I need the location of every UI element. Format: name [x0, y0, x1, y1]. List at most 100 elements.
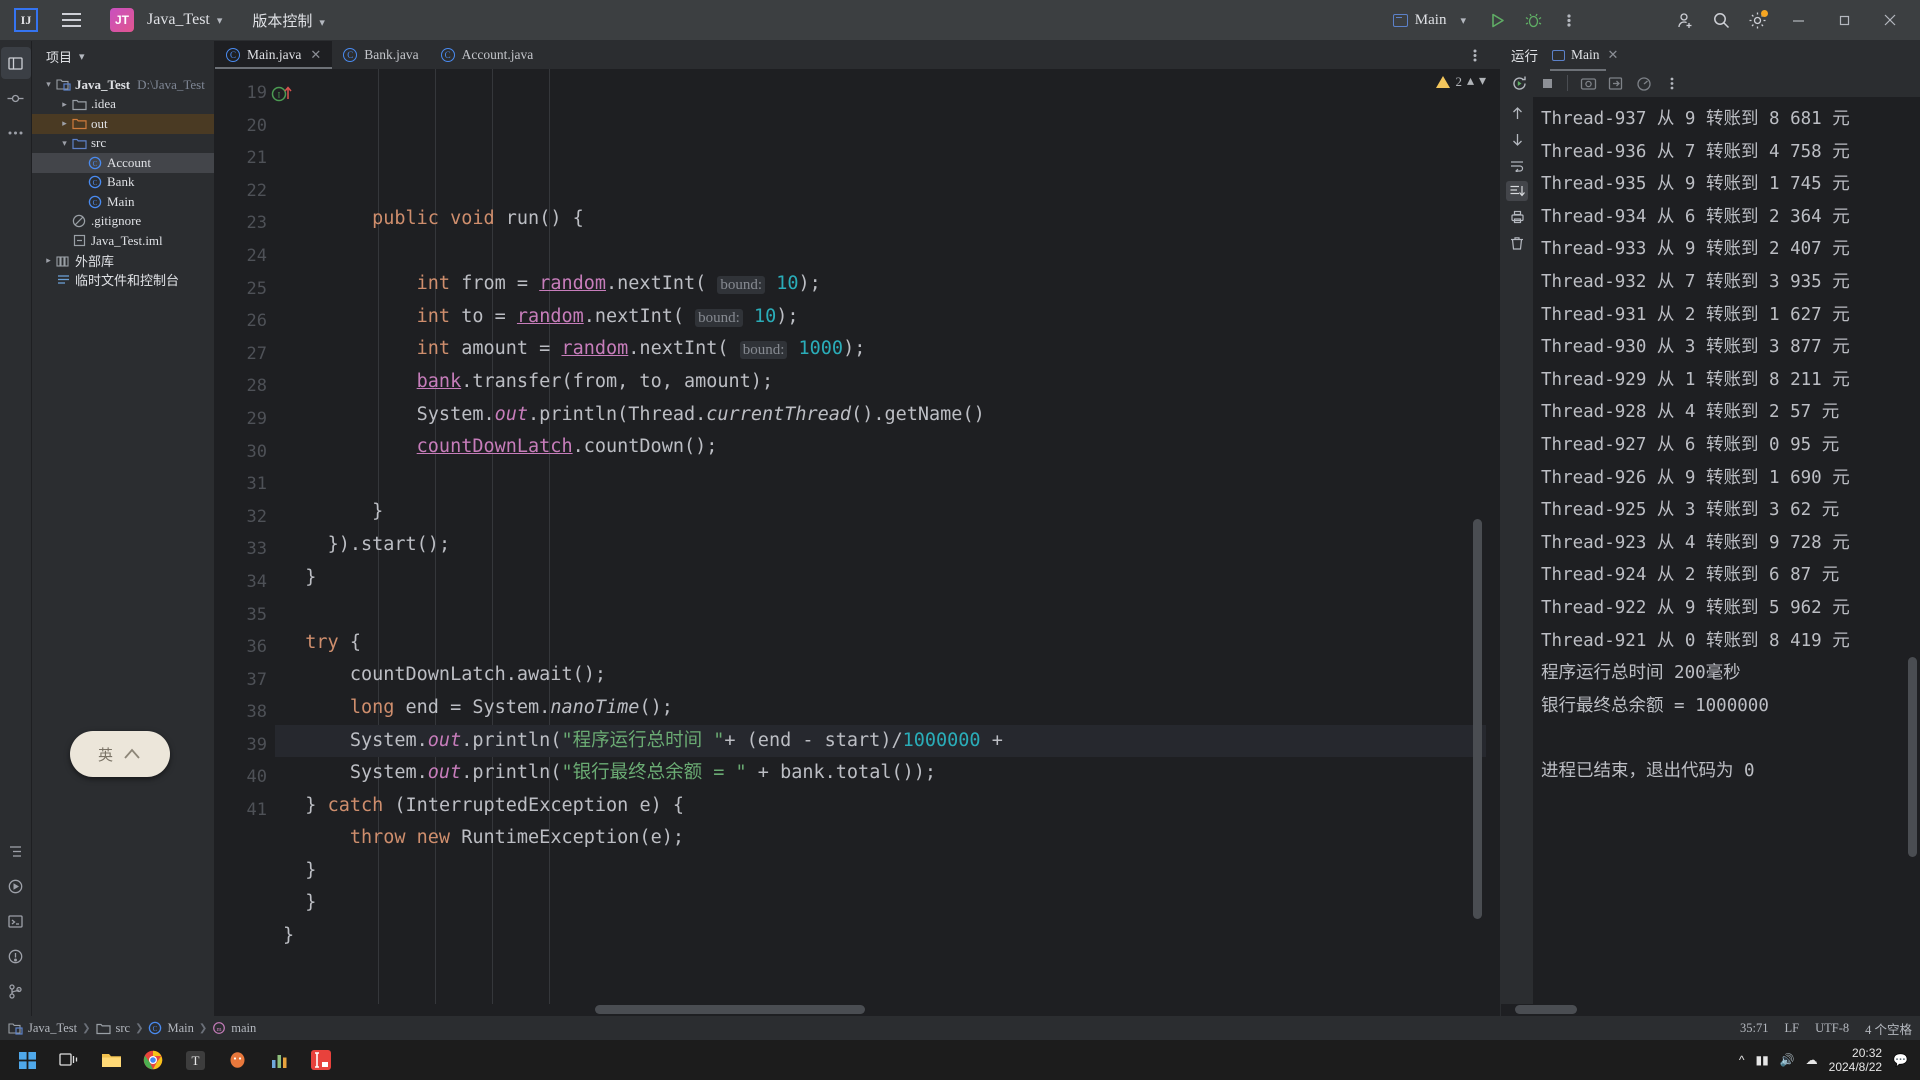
console-output[interactable]: Thread-937 从 9 转账到 8 681 元 Thread-936 从 7… — [1533, 97, 1920, 1004]
tree-node-[interactable]: 临时文件和控制台 — [32, 270, 214, 290]
tree-node-javatestiml[interactable]: Java_Test.iml — [32, 231, 214, 251]
terminal-icon[interactable] — [1, 905, 31, 937]
line-number[interactable]: 23 — [215, 207, 275, 240]
tree-node-main[interactable]: C Main — [32, 192, 214, 212]
add-user-icon[interactable] — [1668, 4, 1702, 36]
typora-icon[interactable]: T — [174, 1042, 216, 1078]
code-line-41[interactable]: } — [275, 920, 1500, 953]
line-number[interactable]: 28 — [215, 370, 275, 403]
file-explorer-icon[interactable] — [90, 1042, 132, 1078]
console-horizontal-scrollbar[interactable] — [1515, 1005, 1577, 1014]
chevron-collapsed-icon[interactable]: ▸ — [58, 118, 71, 129]
code-line-31[interactable] — [275, 594, 1500, 627]
code-line-27[interactable] — [275, 464, 1500, 497]
line-number[interactable]: 20 — [215, 110, 275, 143]
more-tool-windows-icon[interactable] — [1, 117, 31, 149]
editor-code[interactable]: public void run() { int from = random.ne… — [275, 69, 1500, 1004]
inspection-widget[interactable]: 2 ▴ ▾ — [1436, 73, 1486, 90]
hamburger-menu-icon[interactable] — [56, 5, 86, 35]
console-vertical-scrollbar[interactable] — [1908, 657, 1917, 857]
run-icon[interactable] — [1480, 4, 1514, 36]
scroll-up-icon[interactable] — [1506, 103, 1528, 123]
show-hidden-icon[interactable]: ^ — [1739, 1053, 1745, 1067]
line-number[interactable]: 41 — [215, 794, 275, 827]
ime-popup[interactable]: 英 — [70, 731, 170, 777]
chevron-expanded-icon[interactable]: ▾ — [42, 79, 55, 90]
clock[interactable]: 20:32 2024/8/22 — [1829, 1046, 1882, 1075]
line-number[interactable]: 27 — [215, 338, 275, 371]
soft-wrap-icon[interactable] — [1506, 155, 1528, 175]
line-number[interactable]: I 19 — [215, 77, 292, 110]
code-line-25[interactable]: System.out.println(Thread.currentThread(… — [275, 399, 1500, 432]
code-editor[interactable]: I 19 20 21 22 23 24 25 26 27 28 29 30 31 32 33 34 35 36 37 3… — [215, 69, 1500, 1004]
close-icon[interactable] — [1868, 4, 1912, 36]
run-tool-icon[interactable] — [1, 870, 31, 902]
close-icon[interactable]: ✕ — [310, 47, 321, 63]
network-icon[interactable]: ☁ — [1806, 1053, 1818, 1067]
code-line-40[interactable]: } — [275, 887, 1500, 920]
line-number[interactable]: 21 — [215, 142, 275, 175]
code-line-33[interactable]: countDownLatch.await(); — [275, 659, 1500, 692]
project-name-menu[interactable]: Java_Test ▾ — [147, 11, 222, 29]
rerun-icon[interactable] — [1507, 71, 1531, 95]
idea-icon[interactable] — [300, 1042, 342, 1078]
line-number[interactable]: 22 — [215, 175, 275, 208]
intellij-logo-icon[interactable]: IJ — [14, 8, 38, 32]
line-number[interactable]: 26 — [215, 305, 275, 338]
project-icon[interactable] — [0, 47, 31, 79]
code-line-19[interactable]: public void run() { — [275, 203, 1500, 236]
print-icon[interactable] — [1506, 207, 1528, 227]
more-options-icon[interactable] — [1660, 71, 1684, 95]
trash-icon[interactable] — [1506, 233, 1528, 253]
analytics-icon[interactable] — [258, 1042, 300, 1078]
file-encoding[interactable]: UTF-8 — [1815, 1021, 1849, 1036]
export-icon[interactable] — [1604, 71, 1628, 95]
line-number[interactable]: 29 — [215, 403, 275, 436]
line-number[interactable]: 39 — [215, 729, 275, 762]
breadcrumb-item-main[interactable]: m main — [212, 1021, 256, 1036]
editor-vertical-scrollbar[interactable] — [1473, 519, 1482, 919]
editor-tab-mainjava[interactable]: C Main.java ✕ — [215, 41, 333, 69]
line-number[interactable]: 34 — [215, 566, 275, 599]
line-number[interactable]: 40 — [215, 761, 275, 794]
tree-node-javatest[interactable]: ▾ Java_Test D:\Java_Test — [32, 75, 214, 95]
code-line-38[interactable]: throw new RuntimeException(e); — [275, 822, 1500, 855]
tree-node-src[interactable]: ▾ src — [32, 134, 214, 154]
code-line-22[interactable]: int to = random.nextInt( bound: 10); — [275, 301, 1500, 334]
line-number[interactable]: 38 — [215, 696, 275, 729]
project-panel-header[interactable]: 项目 ▾ — [32, 41, 214, 71]
run-tab-main[interactable]: Main ✕ — [1550, 43, 1620, 71]
code-line-24[interactable]: bank.transfer(from, to, amount); — [275, 366, 1500, 399]
code-line-30[interactable]: } — [275, 562, 1500, 595]
line-separator[interactable]: LF — [1784, 1021, 1799, 1036]
vcs-menu[interactable]: 版本控制 ▾ — [252, 10, 325, 31]
indent-setting[interactable]: 4 个空格 — [1865, 1019, 1912, 1038]
search-icon[interactable] — [1704, 4, 1738, 36]
inspection-error-stripe[interactable] — [1486, 69, 1500, 1004]
maximize-icon[interactable] — [1822, 4, 1866, 36]
chevron-collapsed-icon[interactable]: ▸ — [58, 99, 71, 110]
scroll-down-icon[interactable] — [1506, 129, 1528, 149]
task-view-icon[interactable] — [48, 1042, 90, 1078]
windows-start-icon[interactable] — [6, 1042, 48, 1078]
code-line-35[interactable]: System.out.println("程序运行总时间 "+ (end - st… — [275, 724, 1500, 758]
editor-options-icon[interactable] — [1458, 39, 1492, 71]
notification-icon[interactable]: 💬 — [1893, 1053, 1908, 1067]
line-number[interactable]: 32 — [215, 501, 275, 534]
code-line-20[interactable] — [275, 236, 1500, 269]
tree-node-idea[interactable]: ▸ .idea — [32, 95, 214, 115]
stop-icon[interactable] — [1535, 71, 1559, 95]
settings-icon[interactable] — [1740, 4, 1774, 36]
minimize-icon[interactable] — [1776, 4, 1820, 36]
code-line-21[interactable]: int from = random.nextInt( bound: 10); — [275, 268, 1500, 301]
code-line-23[interactable]: int amount = random.nextInt( bound: 1000… — [275, 333, 1500, 366]
scroll-to-end-icon[interactable] — [1506, 181, 1528, 201]
qq-icon[interactable] — [216, 1042, 258, 1078]
chrome-icon[interactable] — [132, 1042, 174, 1078]
caret-position[interactable]: 35:71 — [1740, 1021, 1768, 1036]
line-number[interactable]: 33 — [215, 533, 275, 566]
editor-tab-accountjava[interactable]: C Account.java — [430, 41, 545, 69]
tree-node-account[interactable]: C Account — [32, 153, 214, 173]
editor-gutter[interactable]: I 19 20 21 22 23 24 25 26 27 28 29 30 31 32 33 34 35 36 37 3… — [215, 69, 292, 1004]
editor-tab-bankjava[interactable]: C Bank.java — [332, 41, 429, 69]
